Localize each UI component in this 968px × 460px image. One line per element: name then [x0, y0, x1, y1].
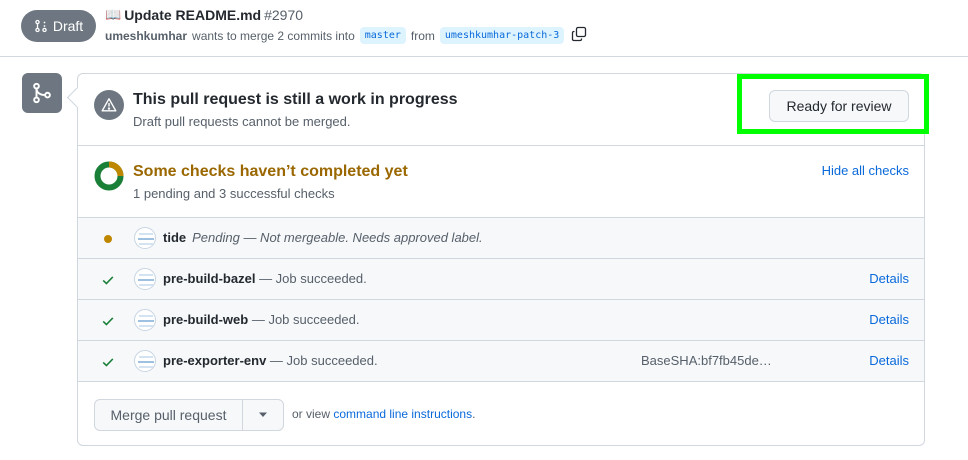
check-name: pre-exporter-env — [163, 353, 267, 368]
check-row-pre-exporter-env: pre-exporter-env — Job succeeded. BaseSH… — [78, 341, 924, 382]
merge-button-group: Merge pull request — [94, 399, 284, 431]
check-icon — [100, 313, 116, 329]
check-description: Pending — Not mergeable. Needs approved … — [192, 230, 483, 245]
merge-method-dropdown[interactable] — [243, 400, 283, 430]
check-description: — Job succeeded. — [266, 353, 378, 368]
details-link[interactable]: Details — [869, 353, 909, 368]
ci-app-avatar[interactable] — [134, 268, 156, 290]
check-row-tide: tide Pending — Not mergeable. Needs appro… — [78, 218, 924, 259]
wip-title: This pull request is still a work in pro… — [133, 91, 458, 108]
draft-badge-label: Draft — [52, 18, 84, 34]
pr-title: Update README.md — [124, 7, 262, 23]
draft-state-badge: Draft — [21, 10, 96, 42]
check-name: pre-build-web — [163, 312, 249, 327]
check-description: — Job succeeded. — [248, 312, 360, 327]
merge-box: This pull request is still a work in pro… — [77, 73, 929, 446]
checks-summary-section: Some checks haven’t completed yet 1 pend… — [78, 146, 924, 218]
check-row-pre-build-web: pre-build-web — Job succeeded. Details — [78, 300, 924, 341]
check-description: — Job succeeded. — [255, 271, 367, 286]
details-link[interactable]: Details — [869, 271, 909, 286]
merge-pull-request-button[interactable]: Merge pull request — [95, 400, 243, 430]
details-link[interactable]: Details — [869, 312, 909, 327]
check-icon — [100, 272, 116, 288]
merge-actions-section: Merge pull request or view command line … — [78, 382, 924, 445]
checks-donut-icon — [94, 161, 124, 191]
pr-author-link[interactable]: umeshkumhar — [105, 29, 187, 43]
base-sha-text: BaseSHA:bf7fb45de… — [641, 353, 772, 368]
checks-subtitle: 1 pending and 3 successful checks — [133, 186, 335, 201]
pr-header: Draft 📖 Update README.md #2970 umeshkumh… — [0, 0, 968, 57]
base-branch[interactable]: master — [359, 27, 406, 44]
pr-number: #2970 — [264, 7, 304, 23]
alert-icon — [94, 90, 124, 120]
ci-app-avatar[interactable] — [134, 227, 156, 249]
copy-icon[interactable] — [571, 26, 587, 45]
check-icon — [100, 354, 116, 370]
git-pull-request-draft-icon — [35, 19, 47, 33]
from-text: from — [410, 28, 435, 43]
hide-all-checks-link[interactable]: Hide all checks — [822, 163, 909, 178]
git-merge-icon — [22, 73, 62, 113]
check-name: pre-build-bazel — [163, 271, 256, 286]
merge-text: wants to merge 2 commits into — [192, 28, 355, 43]
book-icon: 📖 — [105, 7, 122, 22]
period-text: . — [472, 407, 476, 421]
pending-dot-icon — [100, 231, 116, 247]
pr-meta-line: umeshkumhar wants to merge 2 commits int… — [105, 26, 587, 45]
head-branch[interactable]: umeshkumhar-patch-3 — [439, 27, 565, 44]
ci-app-avatar[interactable] — [134, 350, 156, 372]
ready-for-review-button[interactable]: Ready for review — [769, 90, 909, 122]
check-row-pre-build-bazel: pre-build-bazel — Job succeeded. Details — [78, 259, 924, 300]
triangle-down-icon — [259, 412, 267, 417]
pr-title-line: 📖 Update README.md #2970 — [105, 7, 303, 23]
wip-subtitle: Draft pull requests cannot be merged. — [133, 114, 351, 129]
command-line-instructions-link[interactable]: command line instructions — [333, 407, 472, 421]
draft-status-section: This pull request is still a work in pro… — [78, 74, 929, 146]
checks-title: Some checks haven’t completed yet — [133, 163, 408, 180]
or-view-text: or view — [292, 407, 331, 421]
check-name: tide — [163, 230, 187, 245]
ci-app-avatar[interactable] — [134, 309, 156, 331]
